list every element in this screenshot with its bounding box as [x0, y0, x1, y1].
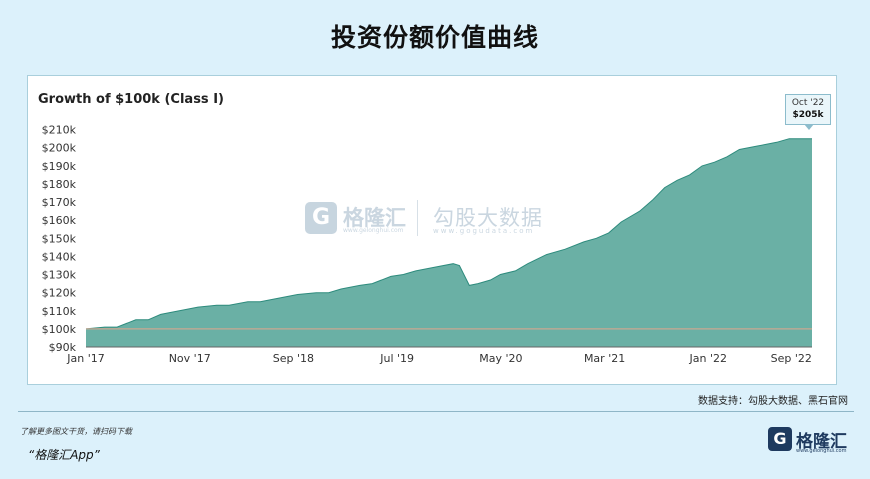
- y-tick-label: $130k: [42, 269, 77, 282]
- growth-area: [86, 138, 812, 347]
- x-tick-label: May '20: [479, 352, 522, 365]
- y-tick-label: $140k: [42, 250, 77, 263]
- data-source: 数据支持：勾股大数据、黑石官网: [698, 396, 848, 407]
- y-tick-label: $180k: [42, 178, 77, 191]
- y-tick-label: $150k: [42, 232, 77, 245]
- x-tick-label: Sep '18: [273, 352, 314, 365]
- y-tick-label: $190k: [42, 160, 77, 173]
- x-tick-label: Jul '19: [379, 352, 414, 365]
- brand-sub: www.gelonghui.com: [796, 448, 847, 454]
- end-value-callout: Oct '22 $205k: [785, 94, 831, 130]
- brand-logo-icon: G: [768, 427, 792, 451]
- x-tick-label: Nov '17: [169, 352, 211, 365]
- promo-line: 了解更多图文干货，请扫码下载: [20, 427, 132, 436]
- y-tick-label: $100k: [42, 323, 77, 336]
- x-tick-label: Jan '22: [689, 352, 727, 365]
- y-tick-label: $170k: [42, 196, 77, 209]
- footer-divider: [18, 411, 854, 412]
- x-tick-label: Mar '21: [584, 352, 625, 365]
- y-tick-label: $210k: [42, 124, 77, 137]
- callout-value: $205k: [792, 110, 824, 120]
- brand-logo: G 格隆汇 www.gelonghui.com: [768, 425, 848, 457]
- y-tick-label: $120k: [42, 287, 77, 300]
- y-tick-label: $160k: [42, 214, 77, 227]
- callout-date: Oct '22: [791, 98, 825, 108]
- promo-app: “格隆汇App”: [28, 448, 100, 462]
- y-tick-label: $110k: [42, 305, 77, 318]
- x-tick-label: Jan '17: [66, 352, 104, 365]
- y-tick-label: $200k: [42, 142, 77, 155]
- growth-area-chart: $90k$100k$110k$120k$130k$140k$150k$160k$…: [42, 124, 812, 365]
- x-tick-label: Sep '22: [771, 352, 812, 365]
